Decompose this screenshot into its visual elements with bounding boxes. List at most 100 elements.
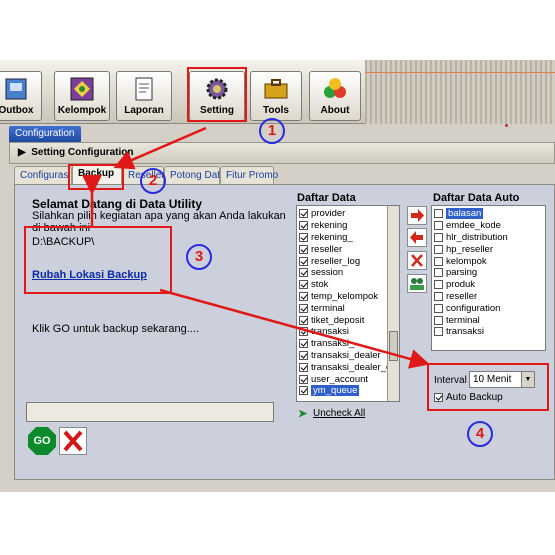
daftar-data-item[interactable]: reseller_log	[297, 255, 399, 267]
daftar-data-item[interactable]: user_account	[297, 373, 399, 385]
checkbox-icon[interactable]	[434, 232, 443, 242]
checkbox-icon[interactable]	[434, 256, 443, 266]
daftar-data-item[interactable]: transaksi_	[297, 338, 399, 350]
scrollbar-thumb[interactable]	[389, 331, 398, 361]
checkbox-icon[interactable]	[299, 244, 308, 254]
checkbox-icon[interactable]	[299, 256, 308, 266]
checkbox-icon[interactable]	[299, 362, 308, 372]
daftar-data-item[interactable]: transaksi	[297, 326, 399, 338]
daftar-data-item[interactable]: stok	[297, 279, 399, 291]
toolbar-button-kelompok[interactable]: Kelompok	[54, 71, 110, 121]
annotation-box-auto-backup	[427, 363, 549, 411]
cancel-x-icon	[63, 430, 83, 452]
daftar-data-item-label: reseller_log	[311, 255, 361, 267]
daftar-data-title: Daftar Data	[297, 192, 356, 204]
auto-backup-item[interactable]: parsing	[432, 267, 545, 279]
remove-button[interactable]	[407, 251, 427, 270]
daftar-data-item-label: transaksi	[311, 326, 350, 338]
checkbox-icon[interactable]	[434, 303, 443, 313]
checkbox-icon[interactable]	[434, 315, 443, 325]
window-title-tab[interactable]: Configuration	[9, 126, 81, 142]
auto-backup-item-label: produk	[446, 279, 476, 291]
tab-potong-data[interactable]: Potong Data	[164, 166, 226, 184]
auto-backup-item-label: terminal	[446, 314, 480, 326]
toolbar-button-label: Tools	[263, 105, 289, 116]
daftar-data-item[interactable]: rekening_	[297, 232, 399, 244]
auto-backup-list[interactable]: balasan emdee_kode hlr_distribution hp_rese…	[431, 205, 546, 351]
users-button[interactable]	[407, 274, 427, 293]
checkbox-icon[interactable]	[434, 327, 443, 337]
checkbox-icon[interactable]	[434, 221, 443, 231]
daftar-data-item-label: tiket_deposit	[311, 314, 365, 326]
checkbox-icon[interactable]	[434, 268, 443, 278]
checkbox-icon[interactable]	[299, 386, 308, 396]
toolbar-button-outbox[interactable]: Outbox	[0, 71, 42, 121]
outbox-icon	[5, 78, 27, 100]
auto-backup-item[interactable]: kelompok	[432, 255, 545, 267]
daftar-data-item[interactable]: terminal	[297, 302, 399, 314]
expand-arrow-icon: ▶	[18, 147, 29, 158]
daftar-data-list[interactable]: provider rekening rekening_ reseller reselle…	[296, 205, 400, 402]
auto-backup-item-label: hp_reseller	[446, 243, 493, 255]
daftar-data-scrollbar[interactable]	[387, 206, 399, 401]
checkbox-icon[interactable]	[299, 268, 308, 278]
auto-backup-item-label: balasan	[446, 208, 484, 220]
daftar-data-item-label: terminal	[311, 302, 345, 314]
auto-backup-item[interactable]: hlr_distribution	[432, 232, 545, 244]
checkbox-icon[interactable]	[299, 209, 308, 219]
toolbar-button-label: Outbox	[0, 105, 34, 116]
arrow-left-icon	[410, 231, 423, 244]
checkbox-icon[interactable]	[299, 374, 308, 384]
checkbox-icon[interactable]	[299, 315, 308, 325]
daftar-data-item-label: transaksi_dealer	[311, 349, 381, 361]
section-header[interactable]: ▶ Setting Configuration	[9, 142, 555, 164]
move-right-button[interactable]	[407, 206, 427, 225]
checkbox-icon[interactable]	[299, 232, 308, 242]
go-button[interactable]: GO	[28, 427, 56, 455]
daftar-data-item[interactable]: session	[297, 267, 399, 279]
checkbox-icon[interactable]	[299, 350, 308, 360]
auto-backup-item[interactable]: reseller	[432, 291, 545, 303]
toolbar-decoration-line	[365, 72, 555, 73]
checkbox-icon[interactable]	[434, 291, 443, 301]
tab-configurasi[interactable]: Configurasi	[14, 166, 72, 184]
daftar-data-item[interactable]: temp_kelompok	[297, 291, 399, 303]
checkbox-icon[interactable]	[434, 209, 443, 219]
toolbar-button-tools[interactable]: Tools	[250, 71, 302, 121]
toolbar-decoration	[365, 60, 555, 124]
auto-backup-item[interactable]: transaksi	[432, 326, 545, 338]
toolbar-button-laporan[interactable]: Laporan	[116, 71, 172, 121]
auto-backup-item[interactable]: hp_reseller	[432, 243, 545, 255]
checkbox-icon[interactable]	[299, 303, 308, 313]
checkbox-icon[interactable]	[434, 244, 443, 254]
toolbar-button-about[interactable]: About	[309, 71, 361, 121]
cancel-button[interactable]	[59, 427, 87, 455]
checkbox-icon[interactable]	[299, 339, 308, 349]
daftar-data-item[interactable]: reseller	[297, 243, 399, 255]
group-icon	[70, 77, 94, 101]
daftar-data-item-label: stok	[311, 279, 329, 291]
daftar-data-item[interactable]: transaksi_dealer	[297, 350, 399, 362]
checkbox-icon[interactable]	[299, 221, 308, 231]
daftar-data-item[interactable]: tiket_deposit	[297, 314, 399, 326]
auto-backup-item[interactable]: emdee_kode	[432, 220, 545, 232]
daftar-data-item[interactable]: provider	[297, 208, 399, 220]
daftar-data-item[interactable]: ym_queue	[297, 385, 399, 397]
checkbox-icon[interactable]	[299, 327, 308, 337]
auto-backup-item[interactable]: configuration	[432, 302, 545, 314]
daftar-data-item[interactable]: rekening	[297, 220, 399, 232]
report-icon	[135, 77, 153, 101]
move-left-button[interactable]	[407, 228, 427, 247]
auto-backup-item[interactable]: balasan	[432, 208, 545, 220]
checkbox-icon[interactable]	[299, 280, 308, 290]
auto-backup-item[interactable]: produk	[432, 279, 545, 291]
auto-backup-item[interactable]: terminal	[432, 314, 545, 326]
annotation-number-2: 2	[140, 168, 166, 194]
uncheck-all-link[interactable]: Uncheck All	[313, 408, 365, 419]
auto-backup-item-label: emdee_kode	[446, 220, 501, 232]
welcome-title: Selamat Datang di Data Utility	[32, 197, 203, 211]
tab-fitur-promo[interactable]: Fitur Promo	[220, 166, 278, 184]
checkbox-icon[interactable]	[434, 280, 443, 290]
checkbox-icon[interactable]	[299, 291, 308, 301]
daftar-data-item[interactable]: transaksi_dealer_de	[297, 361, 399, 373]
